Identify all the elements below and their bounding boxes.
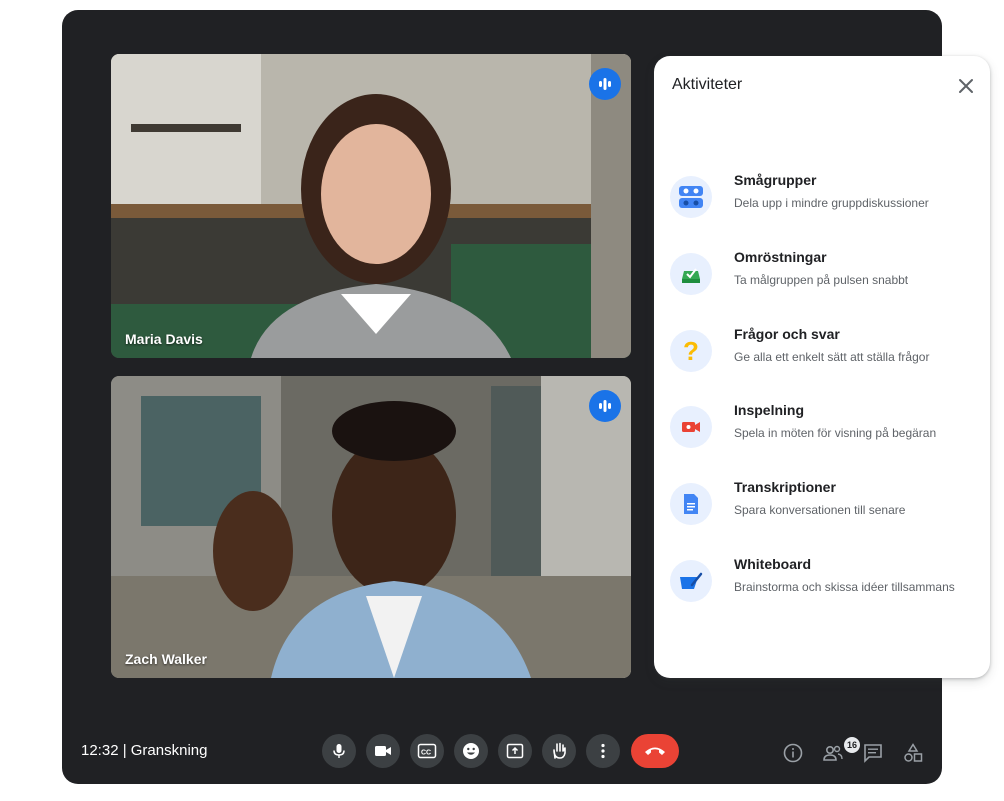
- close-icon[interactable]: [954, 74, 978, 98]
- emoji-icon: [463, 743, 479, 759]
- people-count-badge: 16: [844, 737, 860, 753]
- activity-title: Smågrupper: [734, 172, 817, 188]
- activity-polls[interactable]: Omröstningar Ta målgruppen på pulsen sna…: [654, 247, 990, 307]
- present-screen-button[interactable]: [498, 734, 532, 768]
- activity-transcripts[interactable]: Transkriptioner Spara konversationen til…: [654, 477, 990, 537]
- activities-panel: Aktiviteter Smågrupper Dela upp i mindre…: [654, 56, 990, 678]
- activity-breakout-rooms[interactable]: Smågrupper Dela upp i mindre gruppdiskus…: [654, 170, 990, 230]
- activity-description: Dela upp i mindre gruppdiskussioner: [734, 196, 929, 210]
- activity-title: Transkriptioner: [734, 479, 836, 495]
- meeting-details-button[interactable]: [781, 741, 805, 765]
- camera-icon: [375, 746, 391, 756]
- activity-title: Frågor och svar: [734, 326, 840, 342]
- activity-title: Inspelning: [734, 402, 804, 418]
- more-vert-icon: [601, 743, 605, 759]
- activity-description: Ge alla ett enkelt sätt att ställa frågo…: [734, 350, 930, 364]
- activity-description: Spela in möten för visning på begäran: [734, 426, 937, 440]
- raise-hand-icon: [553, 742, 566, 759]
- info-icon: [783, 743, 803, 763]
- transcript-icon: [670, 483, 712, 525]
- qa-icon: ?: [670, 330, 712, 372]
- camera-button[interactable]: [366, 734, 400, 768]
- meeting-info: 12:32 | Granskning: [81, 742, 208, 759]
- participant-tile-maria[interactable]: Maria Davis: [111, 54, 631, 358]
- participant-name: Zach Walker: [125, 651, 207, 667]
- svg-text:CC: CC: [421, 750, 431, 757]
- activity-recording[interactable]: Inspelning Spela in möten för visning på…: [654, 400, 990, 460]
- raise-hand-button[interactable]: [542, 734, 576, 768]
- activity-description: Ta målgruppen på pulsen snabbt: [734, 273, 909, 287]
- activities-icon: [904, 743, 923, 762]
- recording-icon: [670, 406, 712, 448]
- participant-video: [111, 376, 631, 678]
- speaking-indicator-icon: [589, 68, 621, 100]
- reactions-button[interactable]: [454, 734, 488, 768]
- people-icon: [823, 745, 843, 761]
- chat-icon: [864, 744, 882, 763]
- activity-description: Spara konversationen till senare: [734, 503, 906, 517]
- panel-title: Aktiviteter: [672, 76, 743, 93]
- microphone-icon: [333, 744, 345, 758]
- captions-button[interactable]: CC: [410, 734, 444, 768]
- leave-call-button[interactable]: [631, 734, 679, 768]
- activity-qa[interactable]: ? Frågor och svar Ge alla ett enkelt sät…: [654, 324, 990, 384]
- people-button[interactable]: [821, 741, 845, 765]
- present-screen-icon: [506, 743, 524, 759]
- speaking-indicator-icon: [589, 390, 621, 422]
- whiteboard-icon: [670, 560, 712, 602]
- captions-icon: CC: [417, 743, 437, 759]
- participant-name: Maria Davis: [125, 331, 203, 347]
- activity-title: Whiteboard: [734, 556, 811, 572]
- hang-up-icon: [645, 747, 665, 755]
- activity-title: Omröstningar: [734, 249, 827, 265]
- activities-button[interactable]: [901, 741, 925, 765]
- participant-video: [111, 54, 631, 358]
- activity-whiteboard[interactable]: Whiteboard Brainstorma och skissa idéer …: [654, 554, 990, 614]
- chat-button[interactable]: [861, 741, 885, 765]
- activity-description: Brainstorma och skissa idéer tillsammans: [734, 580, 955, 594]
- participant-tile-zach[interactable]: Zach Walker: [111, 376, 631, 678]
- microphone-button[interactable]: [322, 734, 356, 768]
- polls-icon: [670, 253, 712, 295]
- breakout-rooms-icon: [670, 176, 712, 218]
- more-options-button[interactable]: [586, 734, 620, 768]
